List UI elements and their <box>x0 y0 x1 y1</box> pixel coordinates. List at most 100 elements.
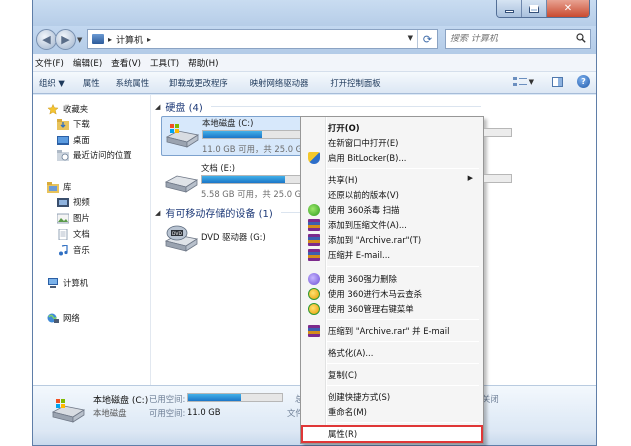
drive-e[interactable]: 文档 (E:) 5.58 GB 可用，共 25.0 GB <box>161 162 313 202</box>
maximize-button[interactable] <box>522 0 547 17</box>
ctx-label: 使用 360强力删除 <box>328 274 397 284</box>
ctx-format[interactable]: 格式化(A)... <box>303 346 481 360</box>
star-icon <box>47 103 59 115</box>
ctx-separator <box>327 319 479 320</box>
collapse-triangle-icon[interactable]: ◢ <box>155 209 160 217</box>
details-free-label: 可用空间: <box>149 408 186 418</box>
drive-size-text: 11.0 GB 可用，共 25.0 GB <box>202 144 308 154</box>
ctx-force-delete[interactable]: 使用 360强力删除 <box>303 272 481 286</box>
drive-g-dvd[interactable]: DVD DVD 驱动器 (G:) <box>161 221 313 257</box>
minimize-button[interactable] <box>497 0 522 17</box>
drive-name: 本地磁盘 (C:) <box>202 118 254 128</box>
ctx-open-new-window[interactable]: 在新窗口中打开(E) <box>303 136 481 150</box>
chevron-right-icon[interactable]: ▸ <box>108 35 112 44</box>
system-properties-button[interactable]: 系统属性 <box>116 77 150 89</box>
recent-pages-dropdown[interactable]: ▼ <box>77 36 82 44</box>
menu-tools[interactable]: 工具(T) <box>150 57 179 69</box>
breadcrumb-computer[interactable]: 计算机 <box>116 33 143 46</box>
address-bar[interactable]: ▸ 计算机 ▸ ▼ ⟳ <box>87 29 438 49</box>
ctx-compress-email[interactable]: 压缩并 E-mail... <box>303 248 481 262</box>
ctx-scan-360[interactable]: 使用 360杀毒 扫描 <box>303 203 481 217</box>
change-view-icon[interactable] <box>512 76 527 88</box>
group-divider <box>210 106 481 107</box>
drive-usage-fill <box>202 176 285 183</box>
help-button[interactable]: ? <box>577 75 590 88</box>
nav-label: 文档 <box>73 229 90 239</box>
ctx-rename[interactable]: 重命名(M) <box>303 405 481 419</box>
search-box[interactable] <box>445 29 591 49</box>
organize-button[interactable]: 组织 ▼ <box>39 77 65 89</box>
map-network-drive-button[interactable]: 映射网络驱动器 <box>250 77 309 89</box>
details-subtitle: 本地磁盘 <box>93 408 127 418</box>
ctx-create-shortcut[interactable]: 创建快捷方式(S) <box>303 390 481 404</box>
search-icon[interactable] <box>576 33 586 43</box>
nav-pictures[interactable]: 图片 <box>57 212 90 224</box>
ctx-label: 添加到 "Archive.rar"(T) <box>328 235 422 245</box>
libraries-icon <box>47 181 59 193</box>
hard-drive-icon <box>164 175 199 193</box>
address-history-dropdown[interactable]: ▼ <box>408 34 413 42</box>
drive-c[interactable]: 本地磁盘 (C:) 11.0 GB 可用，共 25.0 GB <box>161 116 313 156</box>
ctx-share[interactable]: 共享(H) ▶ <box>303 173 481 187</box>
drive-name: DVD 驱动器 (G:) <box>201 232 266 242</box>
nav-label: 视频 <box>73 197 90 207</box>
details-usage-bar <box>187 393 283 402</box>
ctx-properties[interactable]: 属性(R) <box>301 425 483 443</box>
ctx-restore-previous[interactable]: 还原以前的版本(V) <box>303 188 481 202</box>
close-button[interactable]: ✕ <box>547 0 589 17</box>
ctx-trojan-scan[interactable]: 使用 360进行木马云查杀 <box>303 287 481 301</box>
view-options-dropdown[interactable]: ▼ <box>529 78 534 86</box>
nav-downloads[interactable]: 下载 <box>57 118 90 130</box>
ctx-label: 格式化(A)... <box>328 348 374 358</box>
ctx-copy[interactable]: 复制(C) <box>303 368 481 382</box>
preview-pane-button[interactable] <box>552 76 563 87</box>
nav-label: 下载 <box>73 119 90 129</box>
ctx-bitlocker[interactable]: 启用 BitLocker(B)... <box>303 151 481 165</box>
nav-music[interactable]: 音乐 <box>57 244 90 256</box>
ctx-label: 使用 360杀毒 扫描 <box>328 205 400 215</box>
nav-label: 网络 <box>63 313 80 323</box>
nav-label: 图片 <box>73 213 90 223</box>
nav-libraries[interactable]: 库 <box>47 181 71 193</box>
computer-icon <box>48 277 58 288</box>
ctx-label: 添加到压缩文件(A)... <box>328 220 407 230</box>
submenu-arrow-icon: ▶ <box>467 174 473 182</box>
toolbar-right-group: ▼ ? <box>512 75 590 88</box>
nav-recent-places[interactable]: 最近访问的位置 <box>57 149 132 161</box>
nav-favorites[interactable]: 收藏夹 <box>47 103 88 115</box>
properties-button[interactable]: 属性 <box>83 77 100 89</box>
nav-network[interactable]: 网络 <box>47 312 80 324</box>
collapse-triangle-icon[interactable]: ◢ <box>155 103 160 111</box>
open-control-panel-button[interactable]: 打开控制面板 <box>330 77 380 89</box>
windows-drive-icon <box>165 124 200 148</box>
nav-label: 音乐 <box>73 245 90 255</box>
uninstall-program-button[interactable]: 卸载或更改程序 <box>169 77 228 89</box>
nav-videos[interactable]: 视频 <box>57 196 90 208</box>
ctx-add-archive[interactable]: 添加到压缩文件(A)... <box>303 218 481 232</box>
nav-desktop[interactable]: 桌面 <box>57 134 90 146</box>
ctx-add-archive-rar[interactable]: 添加到 "Archive.rar"(T) <box>303 233 481 247</box>
ctx-manage-menu[interactable]: 使用 360管理右键菜单 <box>303 302 481 316</box>
ctx-open[interactable]: 打开(O) <box>303 121 481 135</box>
menu-edit[interactable]: 编辑(E) <box>73 57 102 69</box>
search-input[interactable] <box>450 34 570 44</box>
menu-view[interactable]: 查看(V) <box>111 57 141 69</box>
ctx-compress-rar-email[interactable]: 压缩到 "Archive.rar" 并 E-mail <box>303 324 481 338</box>
menu-file[interactable]: 文件(F) <box>35 57 64 69</box>
drive-usage-bar <box>202 130 310 139</box>
nav-label: 计算机 <box>63 278 89 288</box>
dvd-drive-icon: DVD <box>164 225 199 252</box>
menu-help[interactable]: 帮助(H) <box>188 57 218 69</box>
refresh-button[interactable]: ⟳ <box>417 30 437 48</box>
back-button[interactable]: ◀ <box>36 29 57 50</box>
nav-documents[interactable]: 文档 <box>57 228 90 240</box>
chevron-right-icon[interactable]: ▸ <box>147 35 151 44</box>
title-bar[interactable]: ✕ <box>33 0 596 26</box>
forward-button[interactable]: ▶ <box>55 29 76 50</box>
360-force-delete-icon <box>308 273 320 285</box>
group-header-hard-disks[interactable]: ◢ 硬盘 (4) <box>155 99 481 114</box>
address-row: ◀ ▶ ▼ ▸ 计算机 ▸ ▼ ⟳ <box>33 26 596 54</box>
nav-computer[interactable]: 计算机 <box>47 277 88 289</box>
drive-bar-fragment <box>484 174 512 183</box>
nav-label: 收藏夹 <box>63 104 89 114</box>
